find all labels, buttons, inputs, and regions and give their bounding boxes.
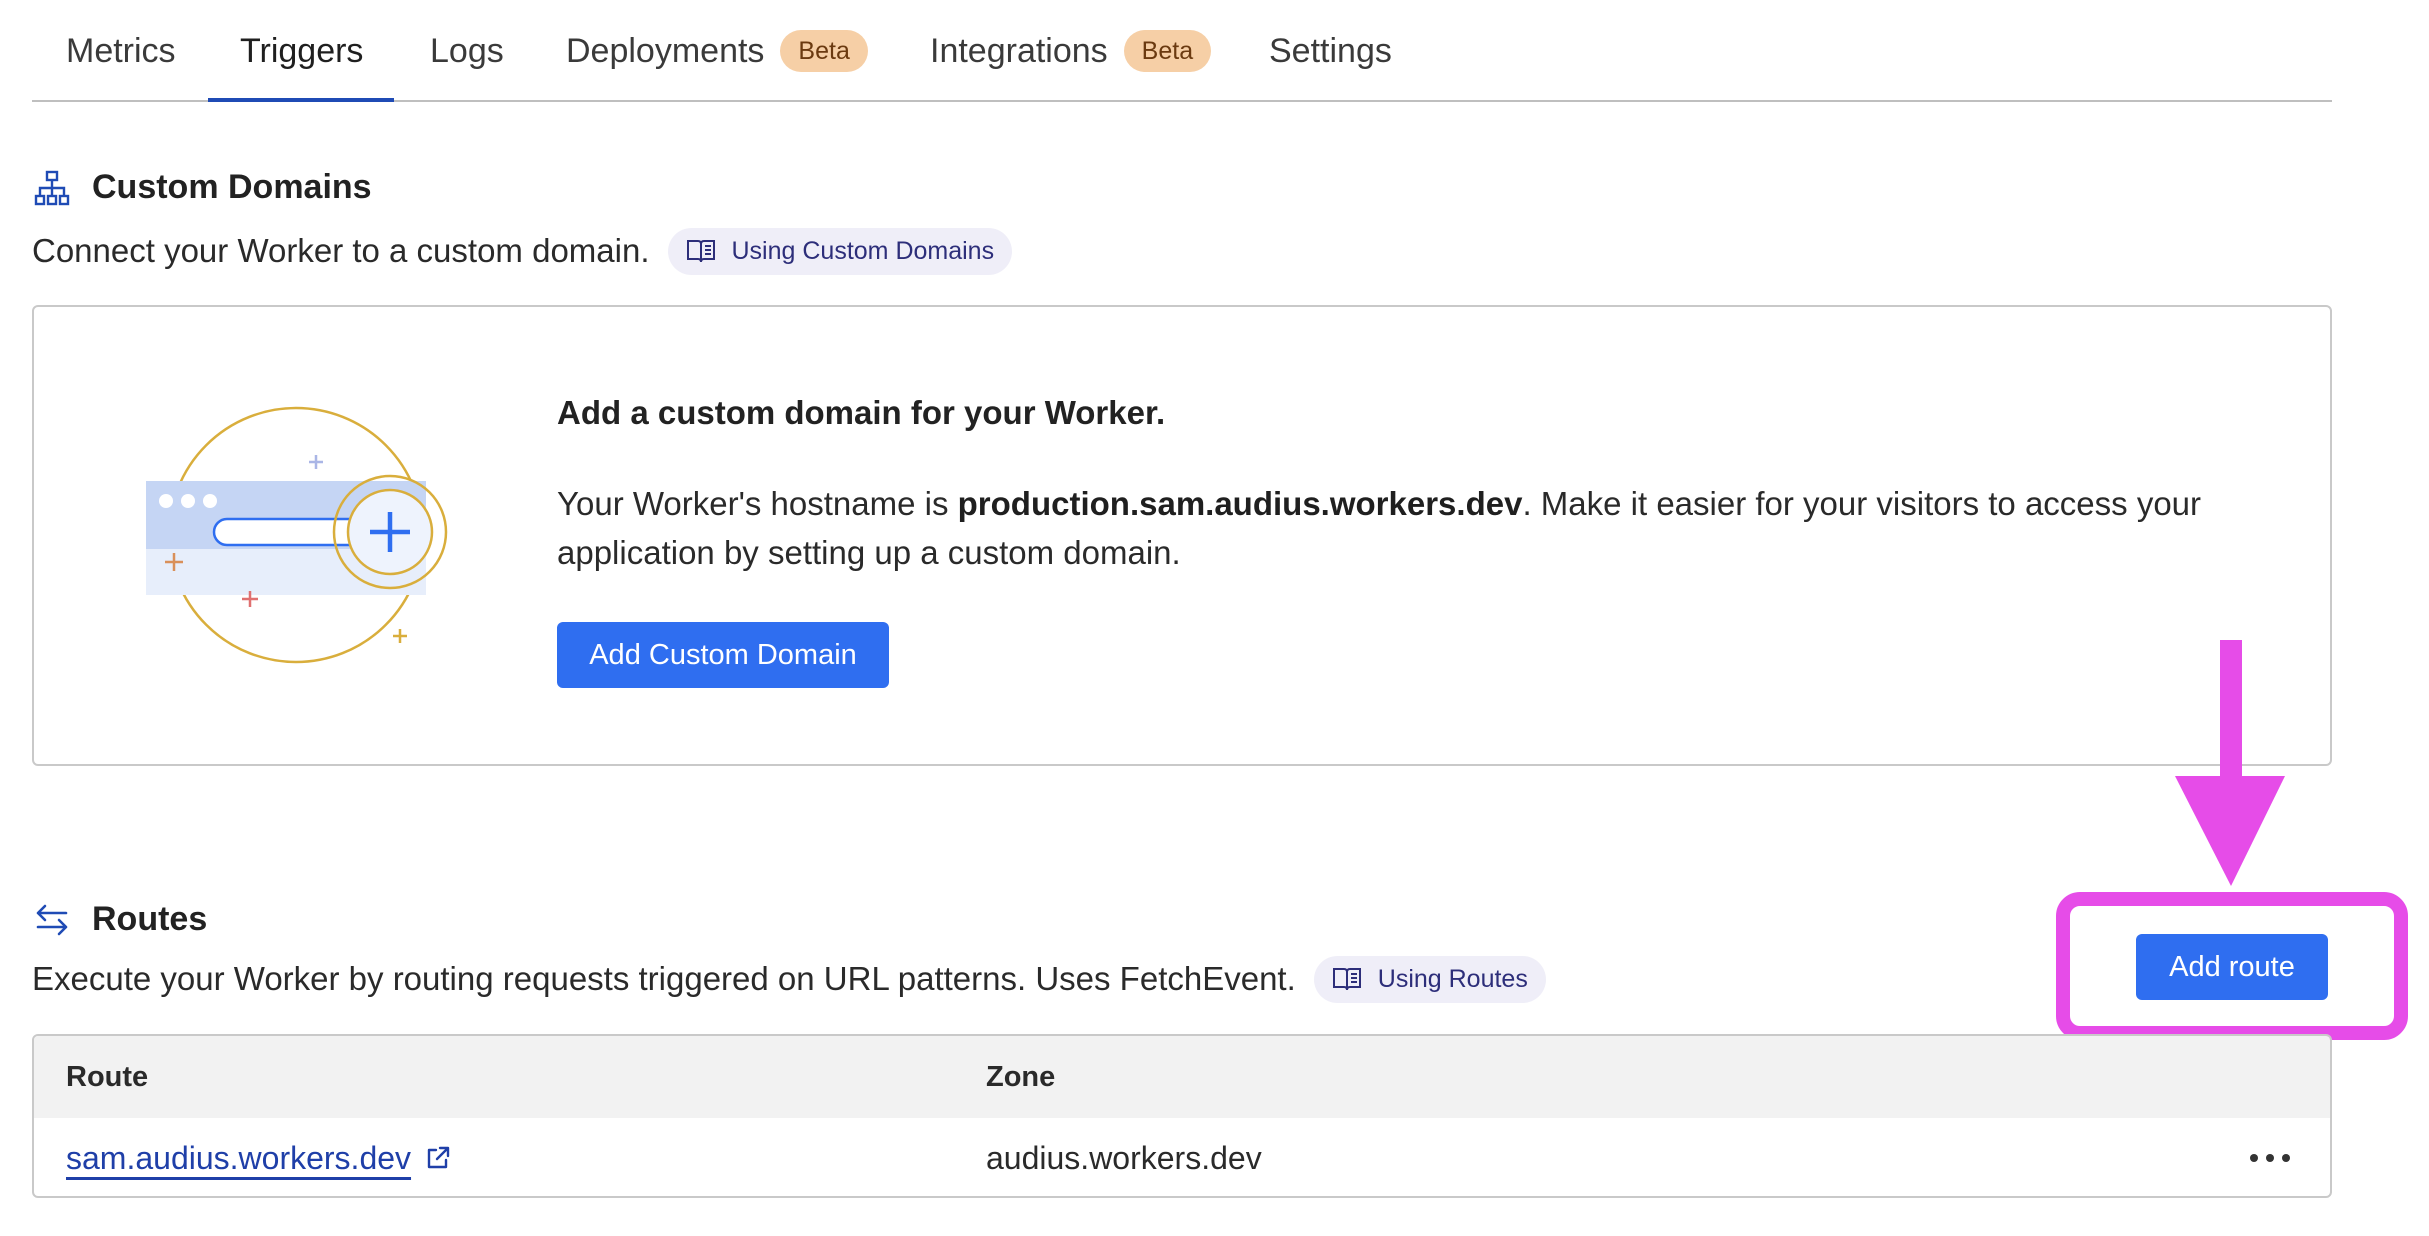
card-description: Your Worker's hostname is production.sam… [557,479,2257,577]
using-routes-link[interactable]: Using Routes [1313,955,1546,1003]
column-header-route: Route [66,1060,149,1093]
using-custom-domains-label: Using Custom Domains [731,236,995,265]
book-icon [1332,968,1361,991]
more-horizontal-icon[interactable] [2250,1142,2290,1174]
custom-domains-title: Custom Domains [92,168,372,206]
using-routes-label: Using Routes [1377,964,1528,993]
tab-logs[interactable]: Logs [430,0,504,102]
beta-badge: Beta [780,30,868,72]
tab-deployments[interactable]: Deployments Beta [566,0,868,102]
route-cell: sam.audius.workers.dev [66,1118,451,1196]
using-custom-domains-link[interactable]: Using Custom Domains [667,227,1013,275]
dot [2282,1154,2290,1162]
routes-description-text: Execute your Worker by routing requests … [32,960,1296,997]
worker-hostname: production.sam.audius.workers.dev [957,485,1523,522]
routes-table: Route Zone sam.audius.workers.dev audius… [32,1034,2332,1198]
table-row: sam.audius.workers.dev audius.workers.de… [34,1118,2330,1196]
tab-integrations[interactable]: Integrations Beta [930,0,1212,102]
custom-domain-card: Add a custom domain for your Worker. You… [32,305,2332,766]
active-tab-indicator [208,98,394,102]
card-text-prefix: Your Worker's hostname is [557,485,958,522]
sitemap-icon [34,170,70,205]
add-custom-domain-button[interactable]: Add Custom Domain [557,622,889,688]
tab-triggers[interactable]: Triggers [240,0,363,102]
zone-cell: audius.workers.dev [986,1139,1262,1176]
routes-title: Routes [92,900,208,938]
book-icon [686,240,715,263]
tab-metrics-label: Metrics [66,31,176,70]
tab-deployments-label: Deployments [566,31,765,70]
route-link[interactable]: sam.audius.workers.dev [66,1140,411,1177]
custom-domains-description-text: Connect your Worker to a custom domain. [32,232,650,269]
beta-badge: Beta [1123,30,1212,72]
routes-description: Execute your Worker by routing requests … [32,954,1546,1004]
tab-settings-label: Settings [1269,31,1392,70]
swap-arrows-icon [36,904,68,935]
dot [2266,1154,2274,1162]
tab-bar: Metrics Triggers Logs Deployments Beta I… [32,0,2332,102]
custom-domains-description: Connect your Worker to a custom domain. … [32,226,1013,276]
column-header-zone: Zone [986,1060,1056,1093]
table-header: Route Zone [34,1036,2330,1118]
tab-logs-label: Logs [430,31,504,70]
routes-heading: Routes [34,900,207,939]
custom-domain-illustration-icon [146,406,448,664]
custom-domains-heading: Custom Domains [34,168,372,207]
tab-settings[interactable]: Settings [1269,0,1392,102]
dot [2250,1154,2258,1162]
tab-integrations-label: Integrations [930,31,1108,70]
tab-metrics[interactable]: Metrics [66,0,176,102]
tab-triggers-label: Triggers [240,31,364,70]
card-heading: Add a custom domain for your Worker. [557,394,1166,431]
route-link-text: sam.audius.workers.dev [66,1139,412,1176]
annotation-arrow-icon [2175,640,2285,886]
external-link-icon[interactable] [425,1145,451,1171]
add-route-button[interactable]: Add route [2136,934,2328,1000]
